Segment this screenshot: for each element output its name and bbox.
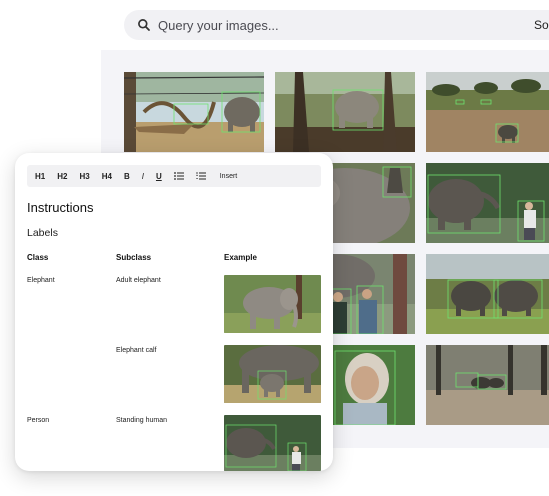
gallery-tile-elephant-forest[interactable] bbox=[275, 72, 415, 152]
example-image-standing-human[interactable] bbox=[224, 415, 321, 471]
heading-2-button[interactable]: H2 bbox=[57, 172, 67, 181]
labels-subheading: Labels bbox=[27, 227, 58, 239]
class-column-header: Class bbox=[27, 253, 49, 262]
class-cell: Elephant bbox=[27, 277, 55, 284]
image-thumbnail-icon bbox=[275, 72, 415, 152]
bold-button[interactable]: B bbox=[124, 172, 130, 181]
image-thumbnail-icon bbox=[124, 72, 264, 152]
example-image-elephant-calf[interactable] bbox=[224, 345, 321, 403]
subclass-cell: Elephant calf bbox=[116, 347, 157, 354]
gallery-tile-elephant-savanna[interactable] bbox=[426, 72, 549, 152]
insert-button[interactable]: Insert bbox=[220, 173, 238, 180]
heading-3-button[interactable]: H3 bbox=[79, 172, 89, 181]
image-thumbnail-icon bbox=[426, 345, 549, 425]
instructions-card: H1 H2 H3 H4 B I U Insert Instructions La… bbox=[15, 153, 333, 471]
gallery-tile-elephant-feeding[interactable] bbox=[426, 163, 549, 243]
example-column-header: Example bbox=[224, 253, 257, 262]
image-thumbnail-icon bbox=[426, 163, 549, 243]
gallery-tile-elephant-fence[interactable] bbox=[124, 72, 264, 152]
image-thumbnail-icon bbox=[224, 275, 321, 333]
class-cell: Person bbox=[27, 417, 50, 424]
heading-4-button[interactable]: H4 bbox=[102, 172, 112, 181]
numbered-list-icon[interactable] bbox=[196, 172, 206, 180]
sort-button[interactable]: Sor bbox=[534, 18, 549, 32]
image-thumbnail-icon bbox=[426, 254, 549, 334]
underline-button[interactable]: U bbox=[156, 172, 162, 181]
search-bar[interactable]: Sor bbox=[124, 10, 549, 40]
italic-button[interactable]: I bbox=[142, 172, 144, 181]
image-thumbnail-icon bbox=[224, 345, 321, 403]
editor-toolbar: H1 H2 H3 H4 B I U Insert bbox=[27, 165, 321, 187]
subclass-cell: Adult elephant bbox=[116, 277, 161, 284]
image-thumbnail-icon bbox=[224, 415, 321, 471]
gallery-tile-elephants-pair[interactable] bbox=[426, 254, 549, 334]
bullet-list-icon[interactable] bbox=[173, 172, 184, 180]
search-input[interactable] bbox=[158, 16, 518, 34]
heading-1-button[interactable]: H1 bbox=[35, 172, 45, 181]
instructions-heading: Instructions bbox=[27, 200, 94, 215]
gallery-tile-elephant-herd[interactable] bbox=[426, 345, 549, 425]
subclass-column-header: Subclass bbox=[116, 253, 152, 262]
search-icon bbox=[138, 19, 150, 31]
subclass-cell: Standing human bbox=[116, 417, 167, 424]
example-image-adult-elephant[interactable] bbox=[224, 275, 321, 333]
image-thumbnail-icon bbox=[426, 72, 549, 152]
